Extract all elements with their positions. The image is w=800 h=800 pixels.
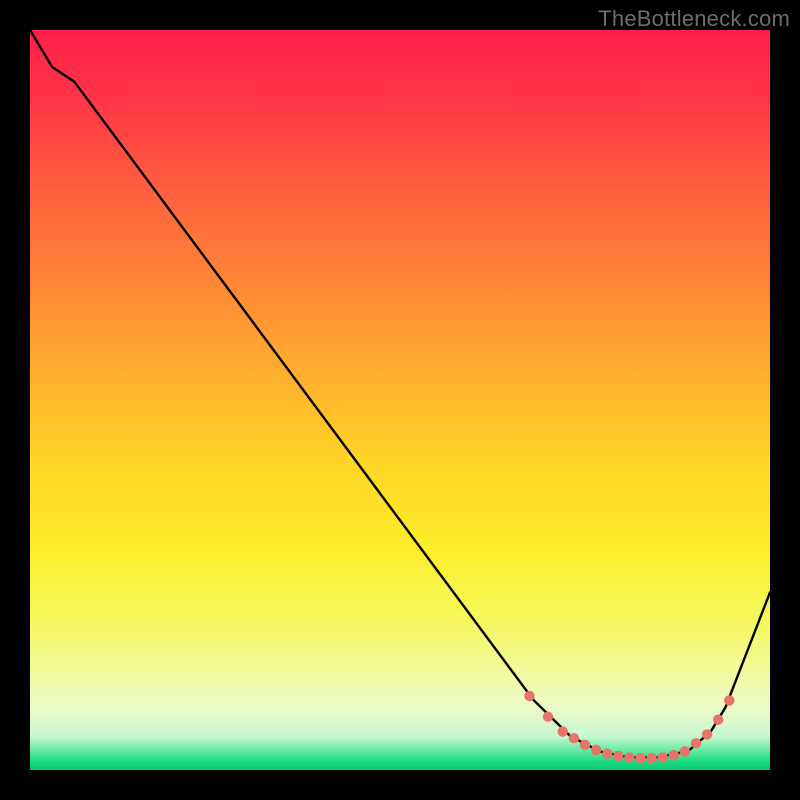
background-gradient <box>30 30 770 770</box>
plot-area <box>30 30 770 770</box>
watermark: TheBottleneck.com <box>598 6 790 32</box>
chart-stage: TheBottleneck.com <box>0 0 800 800</box>
